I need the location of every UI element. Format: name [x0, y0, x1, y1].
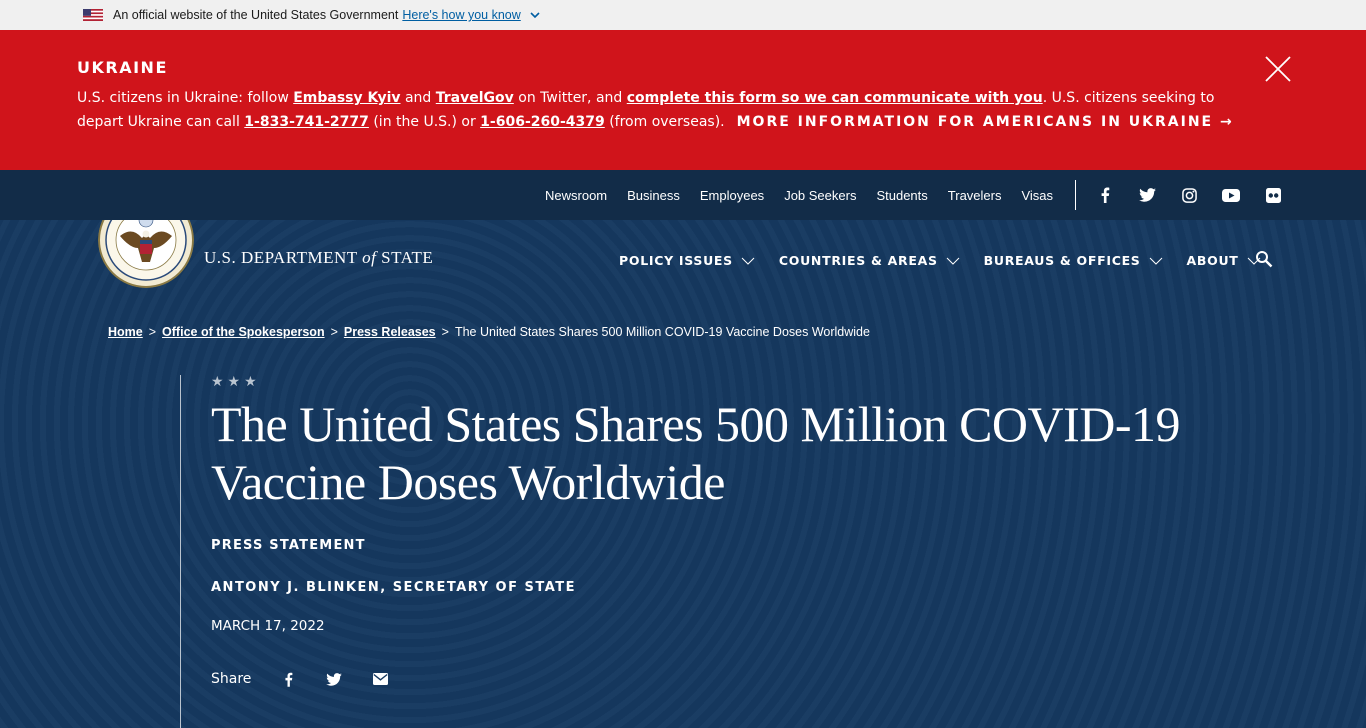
- us-phone-link[interactable]: 1-833-741-2777: [244, 114, 369, 130]
- flickr-icon[interactable]: [1263, 185, 1283, 205]
- chevron-down-icon: [1149, 257, 1162, 265]
- more-info-ukraine-link[interactable]: MORE INFORMATION FOR AMERICANS IN UKRAIN…: [737, 114, 1234, 130]
- nav-bureaus-offices[interactable]: BUREAUS & OFFICES: [984, 253, 1163, 268]
- nav-about[interactable]: ABOUT: [1187, 253, 1261, 268]
- breadcrumb-separator: >: [441, 325, 449, 339]
- social-links: [1095, 170, 1305, 220]
- logo-text-of: of: [362, 248, 377, 267]
- alert-body: U.S. citizens in Ukraine: follow Embassy…: [77, 86, 1252, 134]
- breadcrumb-spokesperson[interactable]: Office of the Spokesperson: [162, 325, 325, 339]
- nav-label: COUNTRIES & AREAS: [778, 253, 938, 268]
- utility-link-business[interactable]: Business: [627, 188, 680, 203]
- twitter-icon[interactable]: [1137, 185, 1157, 205]
- article-date: MARCH 17, 2022: [211, 618, 325, 634]
- main-hero: U.S. DEPARTMENT of STATE POLICY ISSUES C…: [0, 220, 1366, 728]
- contact-form-link[interactable]: complete this form so we can communicate…: [627, 90, 1043, 106]
- search-icon[interactable]: [1255, 250, 1273, 268]
- alert-text: (from overseas).: [604, 114, 725, 130]
- utility-link-visas[interactable]: Visas: [1021, 188, 1053, 203]
- us-flag-icon: [83, 9, 103, 21]
- utility-link-job-seekers[interactable]: Job Seekers: [784, 188, 856, 203]
- logo-text-pre: U.S. DEPARTMENT: [204, 248, 363, 267]
- facebook-icon[interactable]: [1095, 185, 1115, 205]
- close-icon[interactable]: [1263, 54, 1293, 84]
- breadcrumb-separator: >: [330, 325, 338, 339]
- nav-label: ABOUT: [1186, 253, 1239, 268]
- main-nav: POLICY ISSUES COUNTRIES & AREAS BUREAUS …: [619, 253, 1285, 268]
- chevron-down-icon: [741, 257, 755, 265]
- alert-title: UKRAINE: [77, 58, 168, 77]
- breadcrumb-current: The United States Shares 500 Million COV…: [454, 325, 870, 339]
- state-department-seal-icon[interactable]: [98, 220, 194, 288]
- breadcrumb: Home > Office of the Spokesperson > Press Re…: [108, 325, 870, 339]
- alert-text: and: [400, 90, 436, 106]
- gov-banner-text: An official website of the United States…: [113, 8, 399, 22]
- share-twitter-icon[interactable]: [325, 670, 343, 688]
- breadcrumb-home[interactable]: Home: [108, 325, 143, 339]
- share-label: Share: [211, 671, 252, 687]
- overseas-phone-link[interactable]: 1-606-260-4379: [480, 114, 605, 130]
- article-divider-line: [180, 375, 181, 728]
- document-type: PRESS STATEMENT: [211, 538, 366, 553]
- utility-link-students[interactable]: Students: [876, 188, 927, 203]
- utility-link-newsroom[interactable]: Newsroom: [545, 188, 607, 203]
- utility-link-travelers[interactable]: Travelers: [948, 188, 1002, 203]
- utility-links: Newsroom Business Employees Job Seekers …: [545, 170, 1073, 220]
- nav-label: POLICY ISSUES: [619, 253, 733, 268]
- share-bar: Share: [211, 670, 417, 688]
- department-of-state-logo[interactable]: U.S. DEPARTMENT of STATE: [204, 248, 433, 268]
- stars-decoration: ★★★: [211, 374, 261, 390]
- alert-text: (in the U.S.) or: [368, 114, 481, 130]
- nav-label: BUREAUS & OFFICES: [983, 253, 1141, 268]
- article-author: ANTONY J. BLINKEN, SECRETARY OF STATE: [211, 580, 576, 595]
- nav-policy-issues[interactable]: POLICY ISSUES: [619, 253, 755, 268]
- breadcrumb-separator: >: [148, 325, 157, 339]
- youtube-icon[interactable]: [1221, 185, 1241, 205]
- utility-bar: Newsroom Business Employees Job Seekers …: [0, 170, 1366, 220]
- ukraine-alert: UKRAINE U.S. citizens in Ukraine: follow…: [0, 30, 1366, 170]
- chevron-down-icon[interactable]: [529, 9, 541, 21]
- logo-text-post: STATE: [376, 248, 434, 267]
- utility-link-employees[interactable]: Employees: [700, 188, 764, 203]
- alert-text: on Twitter, and: [513, 90, 627, 106]
- page-title: The United States Shares 500 Million COV…: [211, 396, 1181, 510]
- gov-banner: An official website of the United States…: [0, 0, 1366, 30]
- chevron-down-icon: [946, 257, 960, 265]
- heres-how-you-know-link[interactable]: Here's how you know: [402, 8, 520, 22]
- instagram-icon[interactable]: [1179, 185, 1199, 205]
- nav-countries-areas[interactable]: COUNTRIES & AREAS: [779, 253, 960, 268]
- share-facebook-icon[interactable]: [279, 670, 297, 688]
- embassy-kyiv-link[interactable]: Embassy Kyiv: [293, 90, 400, 106]
- breadcrumb-press-releases[interactable]: Press Releases: [344, 325, 436, 339]
- travelgov-link[interactable]: TravelGov: [436, 90, 514, 106]
- utility-divider: [1075, 180, 1076, 210]
- alert-text: U.S. citizens in Ukraine: follow: [77, 90, 294, 106]
- share-email-icon[interactable]: [371, 670, 389, 688]
